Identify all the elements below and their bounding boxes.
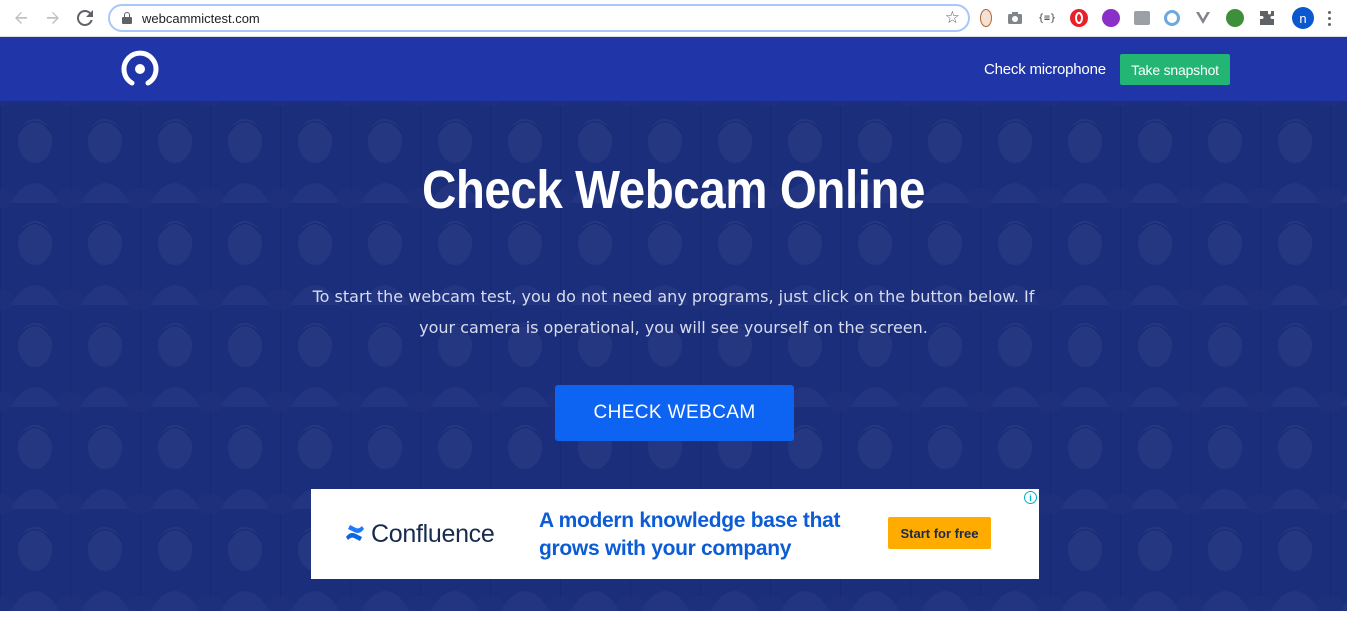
take-snapshot-button[interactable]: Take snapshot (1120, 54, 1230, 85)
lock-icon (122, 12, 132, 24)
site-logo-icon[interactable] (120, 49, 160, 89)
extensions-bar: {≡} n (980, 6, 1332, 30)
browser-menu-icon[interactable] (1328, 10, 1332, 26)
extension-grid-icon[interactable] (1134, 11, 1150, 25)
extension-purple-icon[interactable] (1102, 9, 1120, 27)
puzzle-icon[interactable] (1258, 9, 1276, 27)
json-icon[interactable]: {≡} (1038, 9, 1056, 27)
extension-globe-icon[interactable] (1226, 9, 1244, 27)
bookmark-star-icon[interactable]: ☆ (945, 8, 960, 28)
hero-description: To start the webcam test, you do not nee… (312, 287, 1035, 337)
forward-button[interactable] (42, 7, 64, 29)
camera-icon[interactable] (1006, 9, 1024, 27)
url-text[interactable]: webcammictest.com (142, 11, 260, 26)
ad-banner[interactable]: i Confluence A modern knowledge base tha… (311, 489, 1039, 579)
check-microphone-link[interactable]: Check microphone (984, 61, 1106, 78)
site-header: Check microphone Take snapshot (0, 37, 1347, 101)
extension-1-icon[interactable] (980, 9, 992, 27)
confluence-logo-icon (346, 525, 364, 541)
reload-icon (77, 10, 93, 26)
ad-brand-name: Confluence (371, 520, 495, 548)
page-bottom (0, 611, 1347, 628)
vpn-icon[interactable] (1194, 9, 1212, 27)
opera-icon[interactable] (1070, 9, 1088, 27)
profile-avatar[interactable]: n (1292, 7, 1314, 29)
address-bar[interactable]: webcammictest.com ☆ (108, 4, 970, 32)
start-for-free-button[interactable]: Start for free (888, 517, 991, 549)
arrow-left-icon (15, 12, 27, 24)
reload-button[interactable] (74, 7, 96, 29)
back-button[interactable] (10, 7, 32, 29)
info-icon[interactable]: i (1024, 491, 1037, 504)
browser-toolbar: webcammictest.com ☆ {≡} n (0, 0, 1347, 37)
extension-circle-icon[interactable] (1164, 10, 1180, 26)
ad-headline: A modern knowledge base that grows with … (539, 509, 841, 560)
page-title: Check Webcam Online (421, 160, 926, 220)
arrow-right-icon (47, 12, 59, 24)
check-webcam-button[interactable]: CHECK WEBCAM (555, 385, 794, 441)
